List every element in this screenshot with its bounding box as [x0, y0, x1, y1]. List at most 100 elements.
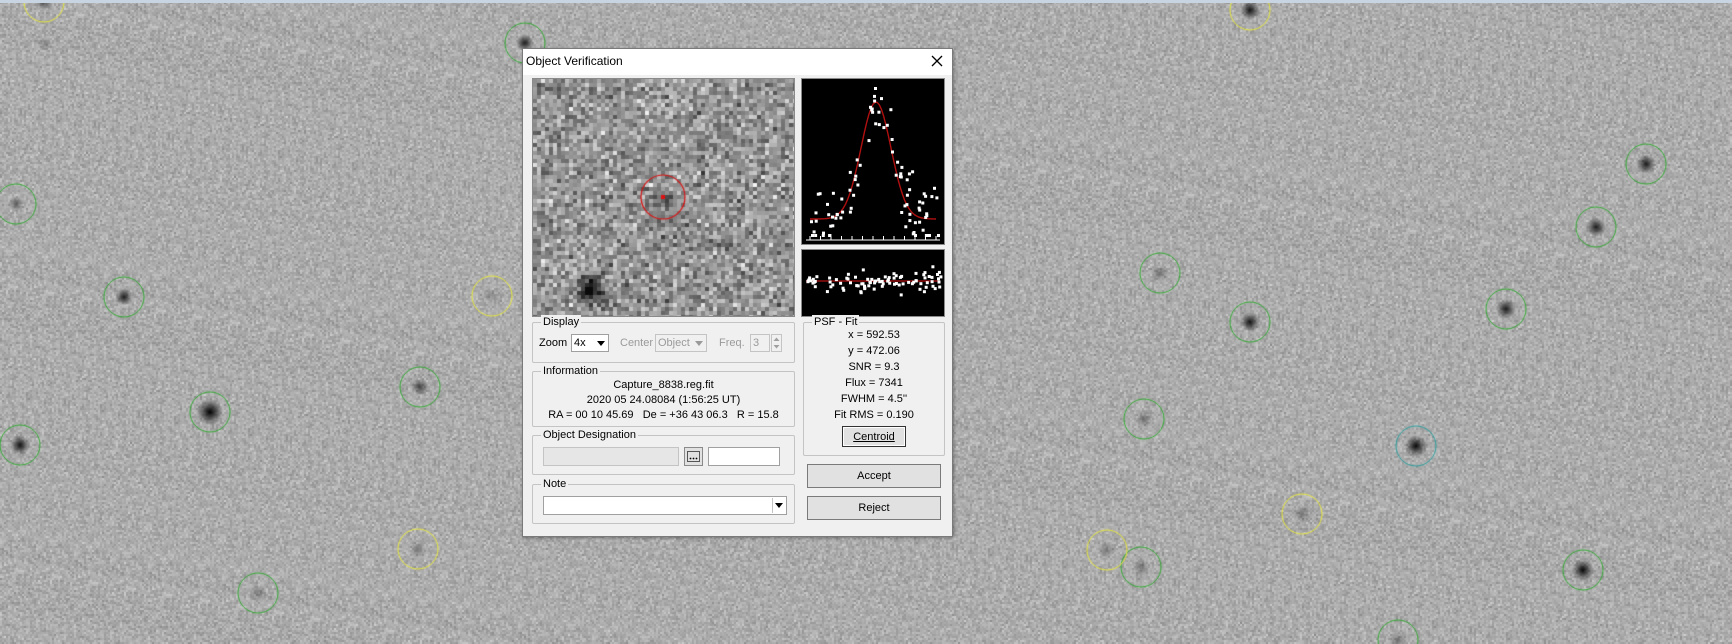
psf-sample-point [885, 123, 889, 127]
psf-sample-point [935, 196, 939, 200]
residual-point [918, 287, 922, 291]
observation-date: 2020 05 24.08084 (1:56:25 UT) [586, 394, 741, 406]
image-filename: Capture_8838.reg.fit [613, 379, 714, 391]
center-label: Center [620, 337, 654, 349]
psf-sample-point [930, 195, 934, 199]
psf-sample-point [891, 150, 894, 154]
psf-sample-point [841, 210, 845, 214]
residual-point [930, 275, 934, 279]
psf-sample-point [921, 201, 925, 205]
residual-point [914, 271, 918, 275]
residual-point [912, 280, 916, 284]
residual-point [893, 282, 896, 286]
residual-point [854, 275, 857, 279]
designation-field[interactable] [543, 447, 679, 466]
psf-sample-point [835, 213, 839, 217]
residual-point [923, 271, 927, 275]
designation-browse-button[interactable] [684, 447, 703, 466]
residual-point [930, 280, 934, 284]
object-preview-image[interactable] [532, 78, 795, 317]
residual-point [873, 281, 877, 285]
zoom-value: 4x [574, 337, 586, 349]
close-button[interactable] [926, 51, 948, 71]
psf-sample-point [877, 123, 881, 127]
psf-sample-point [874, 122, 878, 126]
psf-sample-point [811, 234, 814, 237]
center-select[interactable]: Object [655, 334, 707, 352]
psf-sample-point [880, 97, 883, 101]
residual-point [923, 276, 927, 280]
display-legend: Display [541, 315, 582, 329]
freq-spinner[interactable] [771, 334, 782, 352]
psf-sample-point [907, 172, 911, 176]
zoom-label: Zoom [539, 337, 568, 349]
reject-button[interactable]: Reject [807, 496, 941, 520]
residual-point [919, 282, 923, 286]
note-combobox[interactable] [543, 496, 787, 515]
note-dropdown-arrow[interactable] [772, 498, 785, 513]
note-group: Note [532, 477, 795, 524]
residual-point [939, 275, 943, 279]
center-dropdown-arrow[interactable] [693, 336, 705, 350]
residual-point [866, 277, 870, 281]
accept-button[interactable]: Accept [807, 464, 941, 488]
psf-sample-point [908, 212, 912, 216]
residual-point [901, 282, 905, 286]
residual-point [870, 277, 874, 281]
zoom-dropdown-arrow[interactable] [595, 336, 607, 350]
residual-point [886, 279, 890, 283]
psf-profile-chart [806, 87, 940, 241]
centroid-button[interactable]: Centroid [842, 426, 906, 447]
psf-sample-point [831, 215, 834, 219]
psf-sample-point [810, 220, 813, 224]
psf-sample-point [899, 172, 903, 176]
freq-value: 3 [753, 337, 760, 349]
ellipsis-icon [687, 451, 700, 462]
psf-sample-point [911, 170, 915, 174]
dialog-titlebar[interactable]: Object Verification [523, 49, 952, 75]
psf-sample-point [890, 138, 894, 141]
note-legend: Note [541, 477, 569, 491]
psf-fit-rms: Fit RMS = 0.190 [834, 409, 914, 421]
psf-y: y = 472.06 [848, 345, 900, 357]
residual-point [898, 275, 902, 279]
psf-sample-point [882, 126, 886, 130]
residual-point [925, 281, 929, 285]
psf-sample-point [871, 110, 875, 114]
residual-point [815, 275, 819, 279]
psf-sample-point [924, 215, 928, 219]
psf-sample-point [908, 219, 912, 223]
psf-sample-point [867, 139, 871, 143]
psf-fit-curve [810, 101, 937, 220]
psf-sample-point [889, 108, 893, 112]
spin-arrows-icon [773, 337, 780, 349]
residual-point [861, 282, 865, 286]
psf-sample-point [856, 183, 860, 187]
psf-sample-point [900, 211, 904, 214]
residual-point [897, 283, 901, 287]
residual-point [937, 280, 941, 284]
freq-input[interactable]: 3 [750, 334, 770, 352]
residual-point [872, 287, 876, 291]
residual-point [863, 287, 867, 291]
psf-sample-point [853, 178, 857, 182]
psf-sample-point [816, 192, 820, 196]
psf-sample-point [873, 94, 876, 98]
residual-point [813, 285, 817, 289]
designation-secondary-field[interactable] [708, 447, 780, 466]
residual-point [808, 276, 812, 280]
residual-point [899, 293, 903, 297]
psf-sample-point [904, 225, 908, 229]
residual-point [859, 291, 863, 295]
residual-point [892, 276, 896, 280]
zoom-select[interactable]: 4x [571, 334, 609, 352]
psf-sample-point [913, 221, 917, 225]
psf-sample-point [905, 178, 909, 182]
residual-point [842, 288, 846, 292]
psf-sample-point [852, 193, 856, 197]
residual-point [806, 280, 810, 284]
residual-point [922, 290, 926, 294]
psf-sample-point [918, 220, 922, 224]
psf-sample-point [829, 224, 833, 228]
residual-point [914, 279, 918, 283]
